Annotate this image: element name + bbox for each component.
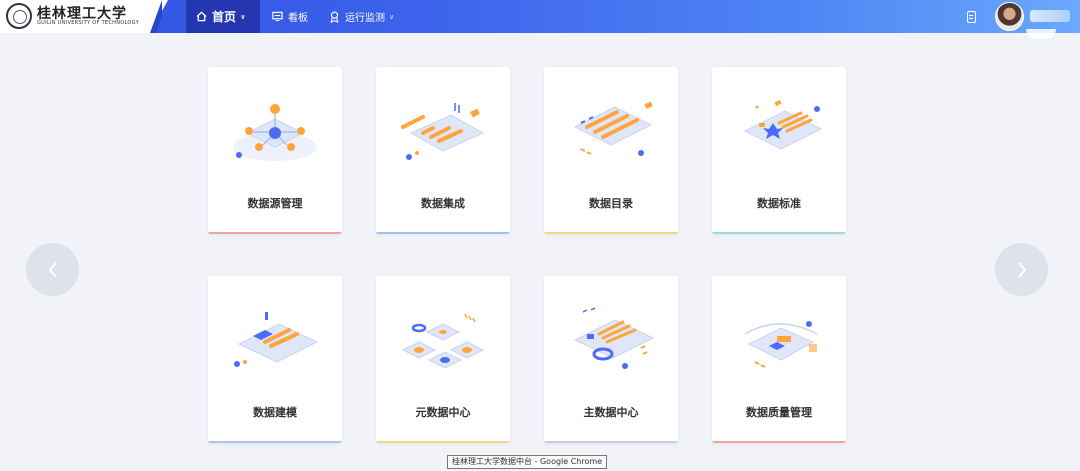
nav-monitor-label: 运行监测 — [345, 13, 385, 24]
card-accent-bar — [544, 441, 678, 443]
logo-panel: 桂林理工大学 GUILIN UNIVERSITY OF TECHNOLOGY — [0, 0, 168, 33]
logo-text-en: GUILIN UNIVERSITY OF TECHNOLOGY — [37, 20, 139, 26]
metadata-center-illustration-icon — [401, 313, 485, 369]
home-icon — [196, 11, 207, 22]
carousel-next-button[interactable] — [995, 243, 1048, 296]
card-title: 元数据中心 — [415, 406, 471, 419]
card-accent-bar — [712, 441, 846, 443]
card-accent-bar — [208, 441, 342, 443]
card-title: 数据集成 — [421, 197, 465, 210]
card-accent-bar — [208, 232, 342, 234]
data-modeling-illustration-icon — [234, 312, 319, 367]
card-metadata-center[interactable]: 元数据中心 — [376, 276, 510, 443]
top-navigation-bar: 桂林理工大学 GUILIN UNIVERSITY OF TECHNOLOGY 首… — [0, 0, 1080, 33]
card-data-integration[interactable]: 数据集成 — [376, 67, 510, 234]
card-title: 数据建模 — [253, 406, 297, 419]
card-data-catalog[interactable]: 数据目录 — [544, 67, 678, 234]
data-standards-illustration-icon — [743, 99, 823, 150]
data-catalog-illustration-icon — [573, 101, 653, 156]
data-quality-illustration-icon — [744, 321, 818, 368]
window-title-tooltip: 桂林理工大学数据中台 - Google Chrome — [447, 455, 608, 469]
card-title: 主数据中心 — [583, 406, 639, 419]
nav-home-label: 首页 — [212, 10, 237, 24]
nav-board[interactable]: 看板 — [272, 0, 308, 33]
document-icon[interactable] — [967, 11, 976, 23]
avatar[interactable] — [995, 2, 1024, 31]
user-name-blurred[interactable] — [1030, 10, 1070, 22]
chevron-right-icon — [1017, 261, 1026, 278]
data-integration-illustration-icon — [401, 103, 485, 160]
user-menu-tab — [1026, 29, 1056, 39]
card-master-data-center[interactable]: 主数据中心 — [544, 276, 678, 443]
card-accent-bar — [544, 232, 678, 234]
card-data-quality-management[interactable]: 数据质量管理 — [712, 276, 846, 443]
card-title: 数据标准 — [757, 197, 801, 210]
card-accent-bar — [376, 441, 510, 443]
nav-monitor[interactable]: 运行监测 ∨ — [329, 0, 394, 33]
carousel-prev-button[interactable] — [26, 243, 79, 296]
card-title: 数据质量管理 — [746, 406, 812, 419]
chevron-left-icon — [48, 261, 57, 278]
card-title: 数据目录 — [589, 197, 633, 210]
board-icon — [272, 11, 283, 22]
university-seal-icon — [6, 3, 32, 29]
card-accent-bar — [712, 232, 846, 234]
master-data-center-illustration-icon — [573, 307, 655, 369]
data-source-illustration-icon — [233, 104, 317, 161]
nav-home[interactable]: 首页 ∨ — [196, 0, 246, 33]
chevron-down-icon: ∨ — [389, 12, 395, 21]
monitor-icon — [329, 11, 340, 23]
card-accent-bar — [376, 232, 510, 234]
card-data-modeling[interactable]: 数据建模 — [208, 276, 342, 443]
card-title: 数据源管理 — [247, 197, 303, 210]
chevron-down-icon: ∨ — [240, 12, 246, 21]
card-data-standards[interactable]: 数据标准 — [712, 67, 846, 234]
card-data-source-management[interactable]: 数据源管理 — [208, 67, 342, 234]
nav-board-label: 看板 — [288, 13, 308, 24]
